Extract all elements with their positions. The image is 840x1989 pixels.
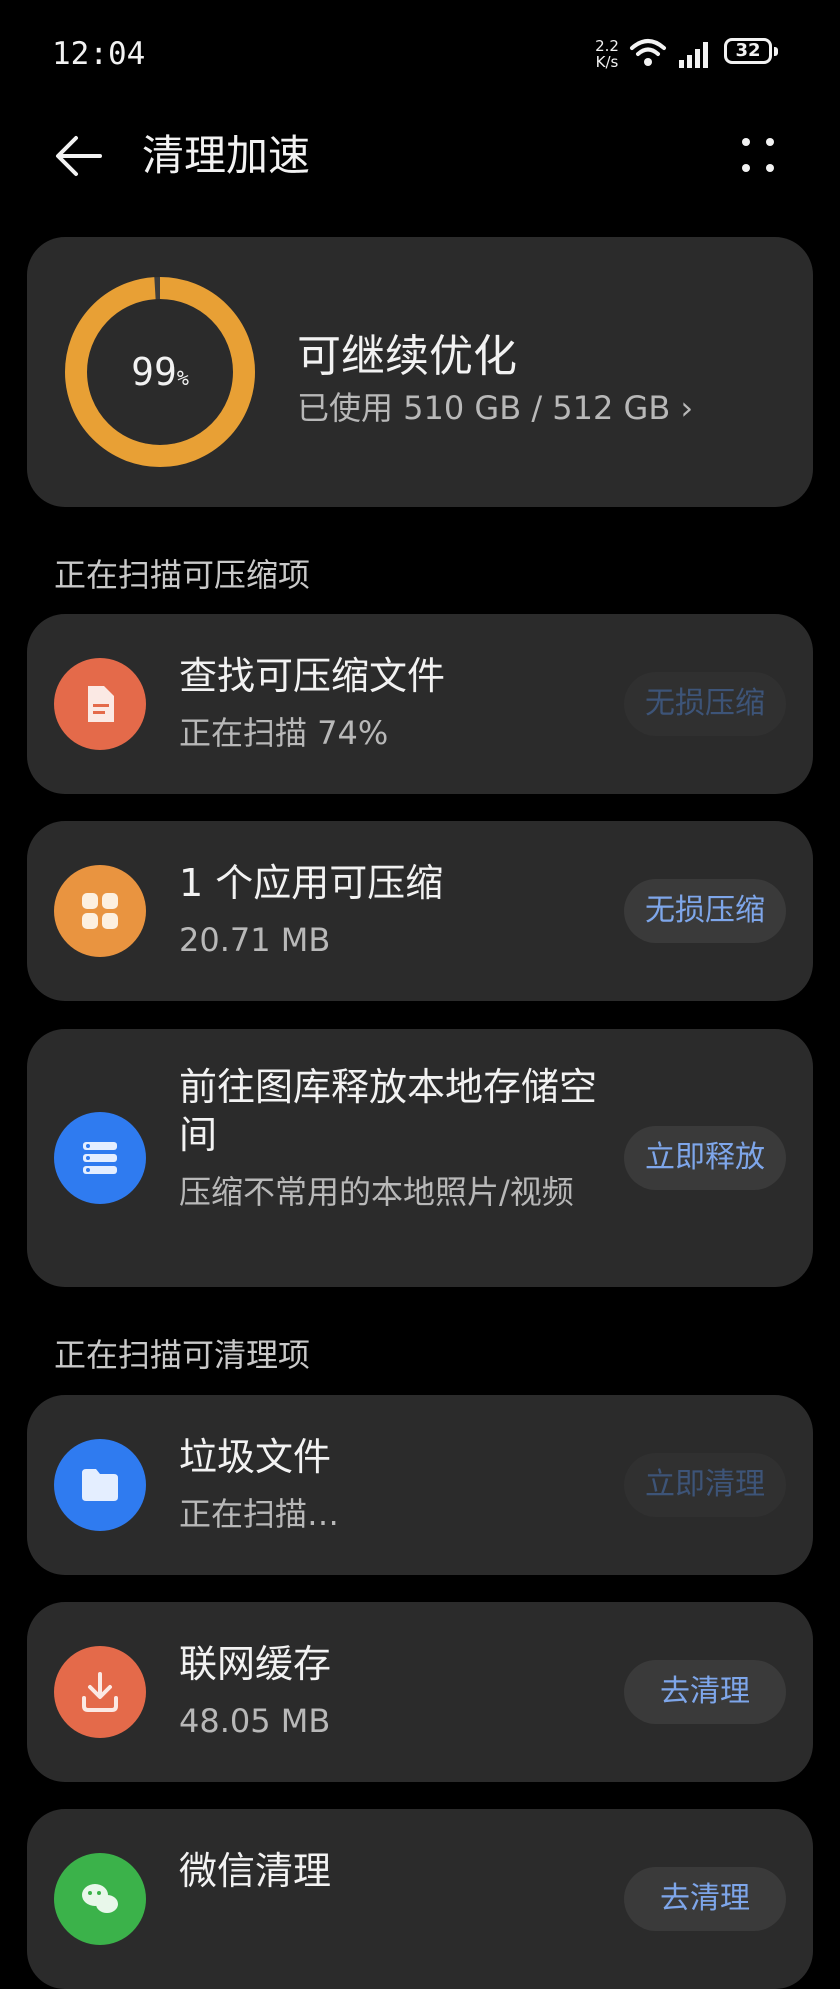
list-item-subtitle: 20.71 MB xyxy=(179,921,331,959)
compress-section-header: 正在扫描可压缩项 xyxy=(54,556,311,594)
list-item-title: 前往图库释放本地存储空间 xyxy=(179,1065,598,1157)
chevron-right-icon: › xyxy=(680,389,694,427)
go-clean-button[interactable]: 去清理 xyxy=(624,1660,786,1724)
battery-level: 32 xyxy=(735,40,761,61)
battery-icon: 32 xyxy=(724,38,780,68)
signal-icon xyxy=(679,42,708,68)
apps-grid-icon xyxy=(54,865,146,957)
release-now-button[interactable]: 立即释放 xyxy=(624,1126,786,1190)
list-item-network-cache[interactable]: 联网缓存 48.05 MB 去清理 xyxy=(27,1602,813,1782)
lossless-compress-button[interactable]: 无损压缩 xyxy=(624,879,786,943)
status-bar: 12:04 2.2 K/s 32 xyxy=(0,0,840,110)
list-item-subtitle: 正在扫描… xyxy=(179,1495,340,1533)
list-item-junk-files[interactable]: 垃圾文件 正在扫描… 立即清理 xyxy=(27,1395,813,1575)
list-item-wechat-clean[interactable]: 微信清理 去清理 xyxy=(27,1809,813,1989)
back-arrow-icon[interactable] xyxy=(52,128,108,184)
storage-used-text: 已使用 510 GB / 512 GB › xyxy=(297,389,694,427)
storage-percent: 99% xyxy=(131,350,189,394)
wifi-icon xyxy=(630,39,666,66)
storage-stack-icon xyxy=(54,1112,146,1204)
list-item-title: 微信清理 xyxy=(179,1849,332,1893)
go-clean-button[interactable]: 去清理 xyxy=(624,1867,786,1931)
list-item-subtitle: 压缩不常用的本地照片/视频 xyxy=(179,1173,574,1211)
list-item-title: 联网缓存 xyxy=(179,1642,332,1686)
clean-section-header: 正在扫描可清理项 xyxy=(54,1336,311,1374)
download-icon xyxy=(54,1646,146,1738)
list-item-subtitle: 48.05 MB xyxy=(179,1702,331,1740)
list-item-compress-apps[interactable]: 1 个应用可压缩 20.71 MB 无损压缩 xyxy=(27,821,813,1001)
storage-status-title: 可继续优化 xyxy=(297,331,517,382)
document-icon xyxy=(54,658,146,750)
lossless-compress-button[interactable]: 无损压缩 xyxy=(624,672,786,736)
folder-icon xyxy=(54,1439,146,1531)
net-speed-value: 2.2 xyxy=(595,37,619,55)
list-item-compress-files[interactable]: 查找可压缩文件 正在扫描 74% 无损压缩 xyxy=(27,614,813,794)
storage-summary-card[interactable]: 99% 可继续优化 已使用 510 GB / 512 GB › xyxy=(27,237,813,507)
list-item-title: 垃圾文件 xyxy=(179,1435,332,1479)
net-speed: 2.2 K/s xyxy=(590,38,624,70)
more-dots-icon[interactable] xyxy=(738,132,778,180)
list-item-gallery-release[interactable]: 前往图库释放本地存储空间 压缩不常用的本地照片/视频 立即释放 xyxy=(27,1029,813,1287)
page-title: 清理加速 xyxy=(142,131,311,180)
net-speed-unit: K/s xyxy=(595,53,619,71)
list-item-title: 查找可压缩文件 xyxy=(179,654,446,698)
status-time: 12:04 xyxy=(52,36,146,72)
list-item-title: 1 个应用可压缩 xyxy=(179,861,444,905)
clean-now-button[interactable]: 立即清理 xyxy=(624,1453,786,1517)
wechat-icon xyxy=(54,1853,146,1945)
list-item-subtitle: 正在扫描 74% xyxy=(179,714,389,752)
